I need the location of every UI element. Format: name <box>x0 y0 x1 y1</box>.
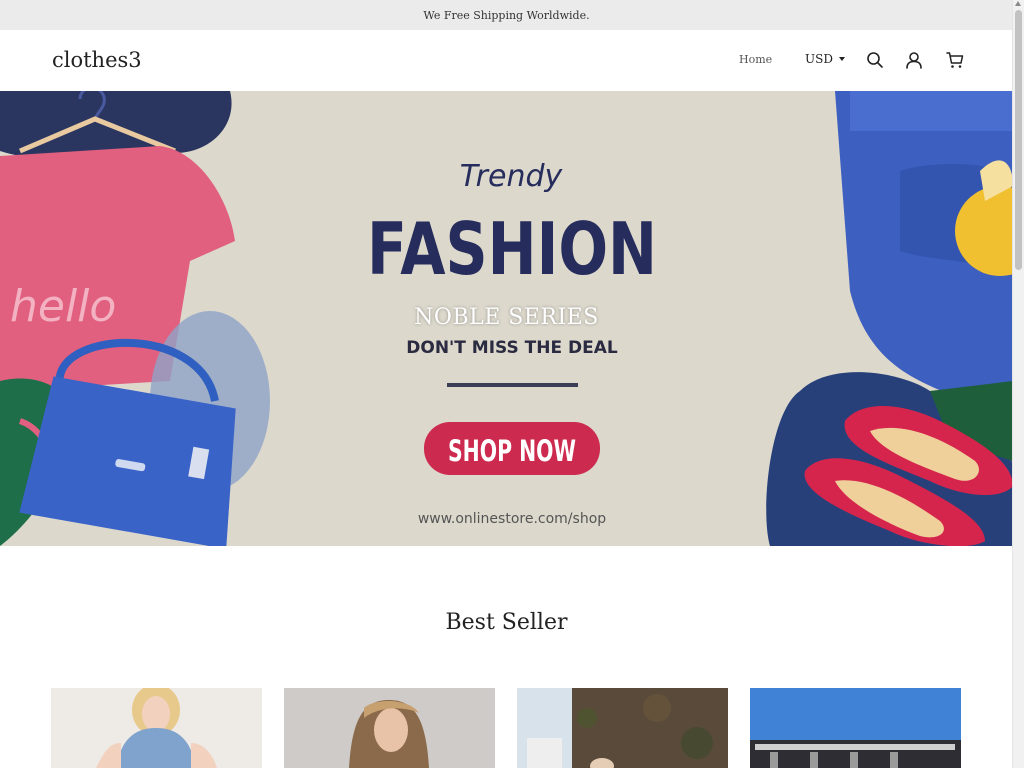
chevron-down-icon <box>838 57 845 61</box>
shop-now-label: SHOP NOW <box>448 434 576 468</box>
account-icon[interactable] <box>905 51 923 69</box>
product-image <box>51 688 262 768</box>
hero-banner[interactable]: hello Trendy FASHION DON'T MISS THE DEAL… <box>0 91 1013 546</box>
hero-tagline: DON'T MISS THE DEAL <box>406 338 618 358</box>
cart-icon[interactable] <box>946 51 964 69</box>
announcement-text: We Free Shipping Worldwide. <box>423 8 590 22</box>
scroll-up-icon[interactable] <box>1015 1 1021 6</box>
hero-headline: FASHION <box>367 207 657 291</box>
hero-caption: NOBLE SERIES <box>414 305 599 330</box>
site-logo[interactable]: clothes3 <box>52 48 142 72</box>
product-image <box>284 688 495 768</box>
product-card[interactable] <box>517 688 728 768</box>
currency-label: USD <box>805 52 833 66</box>
page-scrollbar[interactable] <box>1012 0 1024 768</box>
section-title: Best Seller <box>445 610 568 635</box>
currency-selector[interactable]: USD <box>805 52 845 66</box>
hero-url-text: www.onlinestore.com/shop <box>418 511 606 527</box>
product-card[interactable] <box>51 688 262 768</box>
hero-script-text: Trendy <box>460 159 564 194</box>
product-card[interactable] <box>750 688 961 768</box>
product-image <box>750 688 961 768</box>
announcement-bar: We Free Shipping Worldwide. <box>0 0 1013 30</box>
search-icon[interactable] <box>866 51 884 69</box>
product-image <box>517 688 728 768</box>
nav-home-link[interactable]: Home <box>739 53 772 66</box>
scroll-thumb[interactable] <box>1015 10 1022 270</box>
product-card[interactable] <box>284 688 495 768</box>
site-header: clothes3 Home USD <box>0 30 1013 92</box>
